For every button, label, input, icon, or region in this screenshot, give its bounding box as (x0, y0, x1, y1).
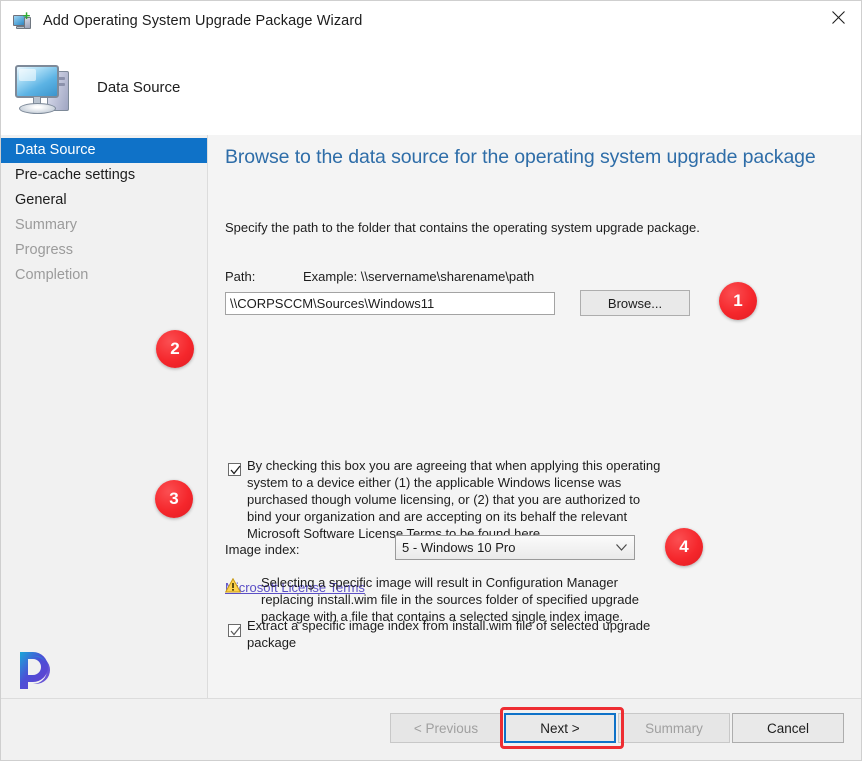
computer-icon (13, 59, 75, 117)
image-index-label: Image index: (225, 542, 300, 557)
wizard-sidebar: Data Source Pre-cache settings General S… (1, 135, 208, 699)
summary-button: Summary (618, 713, 730, 743)
warning-text: Selecting a specific image will result i… (261, 575, 639, 624)
page-subtitle: Specify the path to the folder that cont… (225, 220, 700, 235)
previous-button: < Previous (390, 713, 502, 743)
path-label: Path: (225, 269, 256, 284)
browse-button[interactable]: Browse... (580, 290, 690, 316)
page-title: Browse to the data source for the operat… (225, 146, 816, 168)
cancel-button[interactable]: Cancel (732, 713, 844, 743)
annotation-badge-4: 4 (665, 528, 703, 566)
annotation-badge-3: 3 (155, 480, 193, 518)
sidebar-item-summary: Summary (15, 217, 78, 233)
sidebar-item-progress: Progress (15, 242, 74, 258)
image-index-select[interactable]: 5 - Windows 10 Pro (395, 535, 635, 560)
chevron-down-icon (616, 536, 627, 559)
close-icon[interactable] (815, 1, 861, 33)
wizard-footer: < Previous Next > Summary Cancel (1, 698, 861, 760)
license-agreement-checkbox[interactable] (228, 463, 241, 476)
next-button[interactable]: Next > (504, 713, 616, 743)
sidebar-item-general[interactable]: General (1, 188, 207, 213)
path-example-hint: Example: \\servername\sharename\path (303, 269, 535, 284)
sidebar-item-pre-cache-settings[interactable]: Pre-cache settings (1, 163, 207, 188)
wizard-header: Data Source (1, 40, 861, 135)
extract-image-index-checkbox[interactable] (228, 624, 241, 637)
image-index-value: 5 - Windows 10 Pro (402, 540, 516, 555)
warning-triangle-icon (224, 577, 242, 593)
title-bar: + Add Operating System Upgrade Package W… (1, 1, 861, 40)
computer-upgrade-icon: + (13, 9, 35, 31)
annotation-badge-2: 2 (156, 330, 194, 368)
wizard-window: + Add Operating System Upgrade Package W… (0, 0, 862, 761)
license-agreement-label: By checking this box you are agreeing th… (247, 458, 661, 541)
p-logo-watermark (20, 652, 50, 689)
header-title: Data Source (97, 79, 181, 96)
sidebar-item-data-source[interactable]: Data Source (1, 138, 207, 163)
annotation-badge-1: 1 (719, 282, 757, 320)
window-title: Add Operating System Upgrade Package Wiz… (43, 12, 363, 29)
path-input[interactable] (225, 292, 555, 315)
sidebar-item-completion: Completion (15, 267, 89, 283)
content-panel: Browse to the data source for the operat… (209, 135, 861, 699)
